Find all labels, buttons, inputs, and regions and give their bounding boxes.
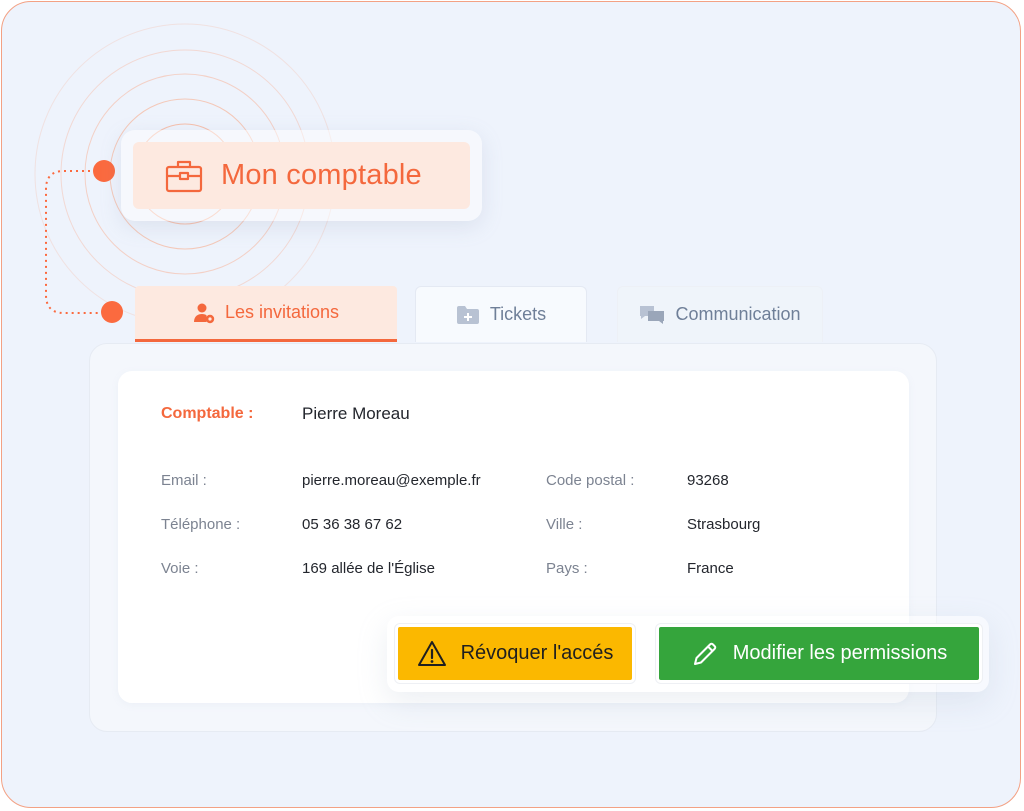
- comptable-label: Comptable :: [161, 405, 254, 422]
- tab-tickets[interactable]: Tickets: [415, 286, 587, 342]
- city-value: Strasbourg: [687, 516, 761, 533]
- role-title: Mon comptable: [221, 159, 422, 191]
- country-label: Pays :: [546, 560, 588, 577]
- user-settings-icon: [193, 303, 215, 323]
- tab-invitations[interactable]: Les invitations: [135, 286, 397, 342]
- street-value: 169 allée de l'Église: [302, 560, 435, 577]
- tab-invitations-label: Les invitations: [224, 302, 340, 322]
- chat-bubbles-icon: [640, 305, 665, 324]
- connector-dot-bottom: [101, 301, 123, 323]
- app-frame: Mon comptable Les invitations Tickets Co…: [1, 1, 1021, 808]
- country-value: France: [687, 560, 734, 577]
- postal-code-value: 93268: [687, 472, 729, 489]
- revoke-access-button[interactable]: Révoquer l'accés: [395, 624, 635, 683]
- phone-value: 05 36 38 67 62: [302, 516, 403, 533]
- street-label: Voie :: [161, 560, 199, 577]
- revoke-access-label: Révoquer l'accés: [460, 642, 614, 664]
- comptable-value: Pierre Moreau: [302, 404, 410, 423]
- connector-dot-top: [93, 160, 115, 182]
- tab-communication[interactable]: Communication: [617, 286, 823, 342]
- phone-label: Téléphone :: [161, 516, 241, 533]
- modify-permissions-button[interactable]: Modifier les permissions: [656, 624, 982, 683]
- postal-code-label: Code postal :: [546, 472, 635, 489]
- briefcase-icon: [165, 160, 203, 192]
- modify-permissions-label: Modifier les permissions: [732, 642, 948, 664]
- tab-tickets-label: Tickets: [489, 304, 547, 324]
- warning-icon: [417, 641, 446, 666]
- role-card: Mon comptable: [133, 142, 470, 209]
- city-label: Ville :: [546, 516, 583, 533]
- tab-communication-label: Communication: [675, 304, 801, 324]
- folder-add-icon: [456, 305, 479, 324]
- email-value: pierre.moreau@exemple.fr: [302, 472, 481, 489]
- email-label: Email :: [161, 472, 207, 489]
- pencil-icon: [693, 642, 716, 665]
